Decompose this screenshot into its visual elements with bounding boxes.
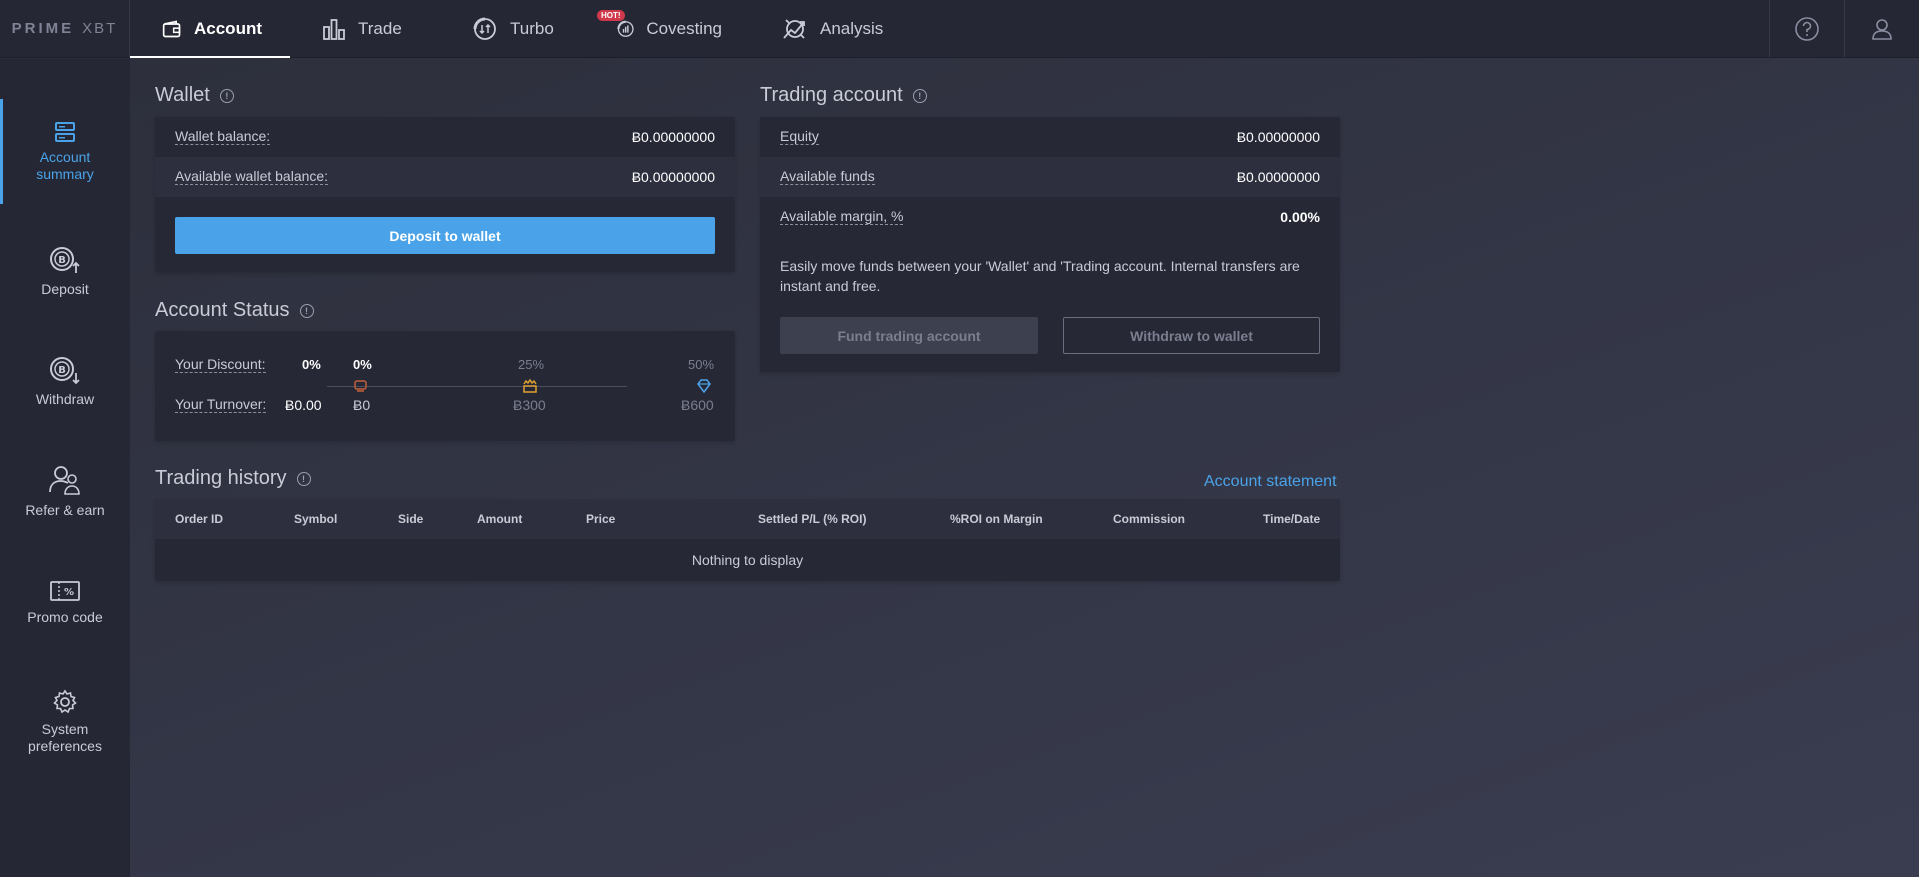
account-status-panel: Your Discount: 0% Your Turnover: Ƀ0.00 0… xyxy=(155,331,735,441)
transfer-note: Easily move funds between your 'Wallet' … xyxy=(780,258,1300,294)
info-icon[interactable]: ! xyxy=(912,88,927,103)
turnover-value: Ƀ0.00 xyxy=(285,397,322,413)
tab-covesting[interactable]: HOT! Covesting xyxy=(585,0,750,57)
hot-badge: HOT! xyxy=(597,10,625,21)
column-header[interactable]: Side xyxy=(398,499,423,539)
available-wallet-balance-row: Available wallet balance: Ƀ0.00000000 xyxy=(155,157,735,197)
tab-turbo[interactable]: Turbo xyxy=(440,0,585,57)
user-icon xyxy=(1872,18,1892,40)
bar-chart-icon xyxy=(323,18,345,40)
column-header[interactable]: Order ID xyxy=(175,499,223,539)
sidebar-item-refer-earn[interactable]: Refer & earn xyxy=(0,464,130,519)
discount-label[interactable]: Your Discount: xyxy=(175,357,266,373)
trading-account-panel: Equity Ƀ0.00000000 Available funds Ƀ0.00… xyxy=(760,117,1340,372)
column-header[interactable]: Price xyxy=(586,499,615,539)
topbar-actions xyxy=(1769,0,1919,57)
sidebar-item-promo-code[interactable]: % Promo code xyxy=(0,579,130,626)
sidebar-item-account-summary[interactable]: Account summary xyxy=(0,99,130,204)
help-icon xyxy=(1795,16,1819,41)
tab-analysis[interactable]: Analysis xyxy=(750,0,911,57)
deposit-to-wallet-button[interactable]: Deposit to wallet xyxy=(175,217,715,254)
gear-icon xyxy=(53,689,77,714)
empty-table-message: Nothing to display xyxy=(691,552,804,568)
table-header: Order ID Symbol Side Amount Price Settle… xyxy=(155,499,1340,539)
refer-icon xyxy=(49,466,80,495)
tier-0-pct: 0% xyxy=(353,357,372,372)
svg-text:B: B xyxy=(58,255,66,266)
info-icon[interactable]: ! xyxy=(219,88,234,103)
top-bar: PRIME XBT Account Trade Turbo HOT! Coves… xyxy=(0,0,1919,58)
available-funds-row: Available funds Ƀ0.00000000 xyxy=(760,157,1340,197)
column-header[interactable]: Symbol xyxy=(294,499,337,539)
trading-history-title: Trading history ! xyxy=(155,467,311,490)
turbo-icon xyxy=(473,17,496,40)
promo-code-icon: % xyxy=(50,581,80,601)
account-status-title: Account Status ! xyxy=(155,299,314,322)
tab-trade[interactable]: Trade xyxy=(290,0,440,57)
tier-1-pct: 25% xyxy=(518,357,545,372)
help-button[interactable] xyxy=(1769,0,1844,57)
column-header[interactable]: Commission xyxy=(1113,499,1185,539)
main-nav: Account Trade Turbo HOT! Covesting Analy… xyxy=(130,0,911,58)
wallet-icon xyxy=(162,19,181,37)
turnover-label[interactable]: Your Turnover: xyxy=(175,397,267,413)
column-header[interactable]: Settled P/L (% ROI) xyxy=(758,499,866,539)
sidebar-item-system-preferences[interactable]: System preferences xyxy=(0,689,130,755)
diamond-tier-icon xyxy=(697,379,711,394)
wallet-title: Wallet ! xyxy=(155,84,234,107)
info-icon[interactable]: ! xyxy=(299,303,314,318)
tab-account[interactable]: Account xyxy=(130,0,290,58)
column-header[interactable]: Time/Date xyxy=(1263,499,1320,539)
bronze-tier-icon xyxy=(354,380,367,392)
logo[interactable]: PRIME XBT xyxy=(0,0,130,57)
column-header[interactable]: %ROI on Margin xyxy=(950,499,1043,539)
trading-history-table: Order ID Symbol Side Amount Price Settle… xyxy=(155,499,1340,581)
svg-text:B: B xyxy=(58,365,66,376)
available-margin-row: Available margin, % 0.00% xyxy=(780,208,1320,225)
analysis-icon xyxy=(783,18,805,39)
withdraw-icon: B xyxy=(50,357,80,385)
wallet-balance-row: Wallet balance: Ƀ0.00000000 xyxy=(175,128,715,145)
sidebar: Account summary B Deposit B Withdraw Ref… xyxy=(0,59,130,877)
svg-text:%: % xyxy=(64,587,74,598)
gold-tier-icon xyxy=(523,378,537,393)
info-icon[interactable]: ! xyxy=(296,471,311,486)
tier-1-amount: Ƀ300 xyxy=(513,397,546,413)
tier-progress-line xyxy=(327,386,627,387)
sidebar-item-deposit[interactable]: B Deposit xyxy=(0,245,130,298)
withdraw-to-wallet-button[interactable]: Withdraw to wallet xyxy=(1063,317,1320,354)
column-header[interactable]: Amount xyxy=(477,499,522,539)
tier-0-amount: Ƀ0 xyxy=(353,397,371,413)
tier-2-pct: 50% xyxy=(688,357,715,372)
equity-row: Equity Ƀ0.00000000 xyxy=(780,128,1320,145)
account-statement-link[interactable]: Account statement xyxy=(1204,473,1337,491)
fund-trading-account-button[interactable]: Fund trading account xyxy=(780,317,1038,354)
tier-2-amount: Ƀ600 xyxy=(681,397,714,413)
user-button[interactable] xyxy=(1844,0,1919,57)
wallet-panel: Wallet balance: Ƀ0.00000000 Available wa… xyxy=(155,117,735,272)
deposit-icon: B xyxy=(50,247,80,273)
discount-value: 0% xyxy=(302,357,321,372)
sidebar-item-withdraw[interactable]: B Withdraw xyxy=(0,355,130,408)
account-summary-icon xyxy=(55,122,75,142)
trading-account-title: Trading account ! xyxy=(760,84,927,107)
